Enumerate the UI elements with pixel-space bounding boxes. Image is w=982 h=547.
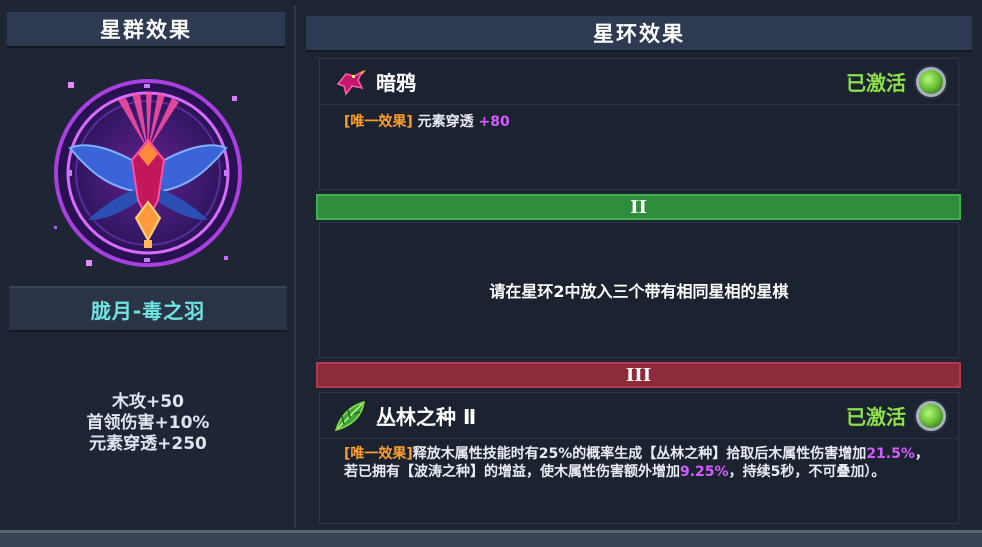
star-ring-panel-title: 星环效果 xyxy=(306,16,972,52)
ring1-effect-description: [唯一效果] 元素穿透 +80 xyxy=(320,105,958,131)
ring1-effect-name: 暗鸦 xyxy=(376,71,416,95)
constellation-panel-title: 星群效果 xyxy=(7,12,285,48)
game-window: 星群效果 胧月-毒之羽 木攻+50 首领伤害+10% 元素穿透+250 星环效果… xyxy=(0,0,982,547)
stat-line: 元素穿透+250 xyxy=(89,434,207,454)
raven-constellation-emblem-icon[interactable] xyxy=(48,70,248,280)
leaf-seed-icon xyxy=(332,398,368,434)
active-indicator-icon xyxy=(916,400,946,431)
ring3-effect-card: 丛林之种 Ⅱ 已激活 [唯一效果]释放木属性技能时有25%的概率生成【丛林之种】… xyxy=(319,392,959,524)
stat-line: 木攻+50 xyxy=(112,392,184,412)
ring1-desc-value: +80 xyxy=(478,114,510,130)
ring3-desc-part1: 释放木属性技能时有25%的概率生成【丛林之种】拾取后木属性伤害增加 xyxy=(412,446,867,462)
ring3-status-label: 已激活 xyxy=(846,405,906,429)
ring3-effect-header: 丛林之种 Ⅱ 已激活 xyxy=(320,393,958,439)
unique-effect-tag: [唯一效果] xyxy=(344,114,413,130)
ring1-effect-header: 暗鸦 已激活 xyxy=(320,59,958,105)
stat-line: 首领伤害+10% xyxy=(86,413,210,433)
tier-3-bar: III xyxy=(316,362,961,388)
ring2-hint-text: 请在星环2中放入三个带有相同星相的星棋 xyxy=(489,282,789,301)
ring1-desc-text: 元素穿透 xyxy=(417,114,474,130)
constellation-stats: 木攻+50 首领伤害+10% 元素穿透+250 xyxy=(9,392,287,455)
ring3-desc-value1: 21.5% xyxy=(866,446,915,462)
unique-effect-tag: [唯一效果] xyxy=(344,446,413,462)
ring1-status-label: 已激活 xyxy=(846,71,906,95)
constellation-name: 胧月-毒之羽 xyxy=(9,286,287,332)
ring3-desc-part3: ，持续5秒，不可叠加）。 xyxy=(728,464,886,480)
bottom-frame-bar xyxy=(0,530,982,547)
ring3-effect-name: 丛林之种 Ⅱ xyxy=(376,405,477,429)
ring1-effect-card: 暗鸦 已激活 [唯一效果] 元素穿透 +80 xyxy=(319,58,959,190)
ring3-desc-value2: 9.25% xyxy=(680,464,729,480)
ring3-effect-description: [唯一效果]释放木属性技能时有25%的概率生成【丛林之种】拾取后木属性伤害增加2… xyxy=(320,439,958,481)
ring2-empty-slot: 请在星环2中放入三个带有相同星相的星棋 xyxy=(319,222,959,358)
active-indicator-icon xyxy=(916,66,946,97)
tier-2-bar: II xyxy=(316,194,961,220)
raven-icon xyxy=(332,64,368,100)
